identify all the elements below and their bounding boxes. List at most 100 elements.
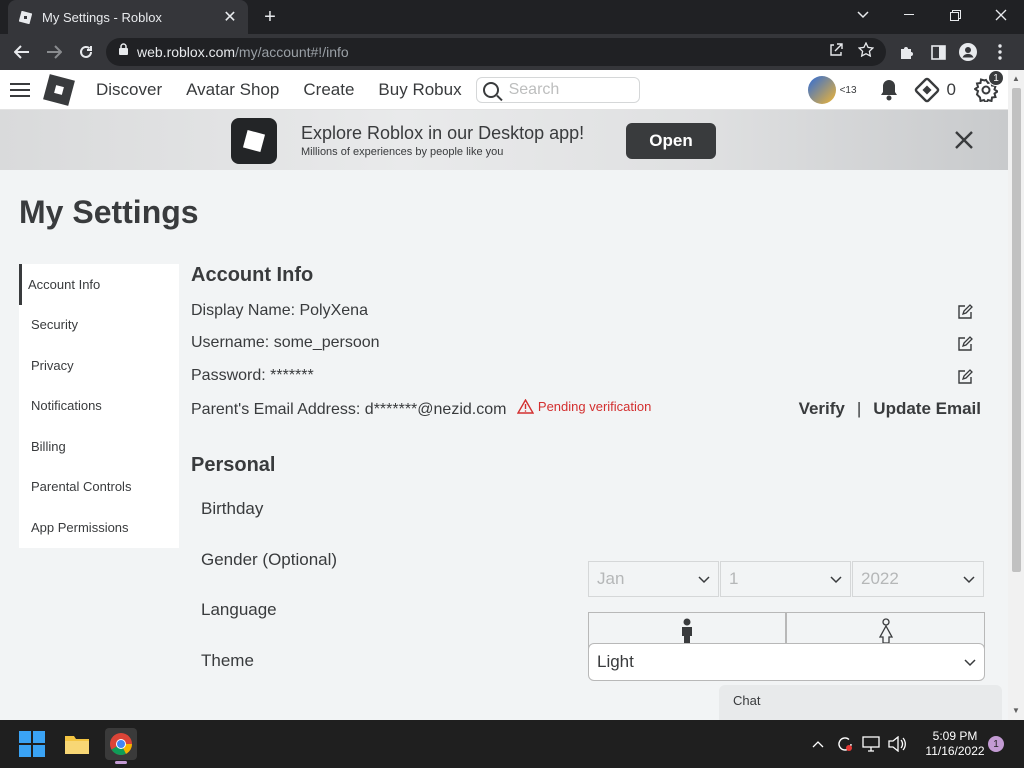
menu-item-app-permissions[interactable]: App Permissions [19,507,179,548]
close-window-icon[interactable] [978,0,1024,30]
birth-year-value: 2022 [861,569,899,588]
account-info-heading: Account Info [191,264,314,286]
menu-item-notifications[interactable]: Notifications [19,386,179,427]
nav-link-create[interactable]: Create [303,80,354,100]
search-input[interactable]: Search [475,76,640,103]
desktop-app-banner: Explore Roblox in our Desktop app! Milli… [0,110,1008,170]
forward-arrow-icon[interactable] [38,36,70,68]
birth-month-select[interactable]: Jan [588,561,719,597]
minimize-icon[interactable] [886,0,932,30]
page-viewport: Discover Avatar Shop Create Buy Robux Se… [0,70,1008,720]
roblox-logo-icon[interactable] [43,73,75,106]
roblox-navbar: Discover Avatar Shop Create Buy Robux Se… [0,70,1008,110]
birthday-label: Birthday [201,499,264,518]
back-arrow-icon[interactable] [6,36,38,68]
clock-time: 5:09 PM [932,729,978,743]
parent-email-text: Parent's Email Address: d*******@nezid.c… [191,401,507,418]
birth-day-value: 1 [729,569,739,588]
verify-link[interactable]: Verify [799,399,845,418]
menu-item-security[interactable]: Security [19,305,179,346]
sync-icon[interactable] [836,720,854,768]
open-app-button[interactable]: Open [626,123,716,159]
reload-icon[interactable] [70,36,102,68]
edit-username-icon[interactable] [957,336,973,352]
gender-label: Gender (Optional) [201,550,338,569]
side-panel-icon[interactable] [922,36,954,68]
page-scrollbar[interactable]: ▲ ▼ [1008,70,1024,720]
robux-icon[interactable] [912,76,941,104]
notification-badge[interactable]: 1 [988,736,1004,752]
display-name-text: Display Name: PolyXena [191,302,368,319]
windows-taskbar: 5:09 PM 11/16/2022 [0,720,1024,768]
browser-titlebar: My Settings - Roblox ✕ + [0,0,1024,34]
taskbar-clock[interactable]: 5:09 PM 11/16/2022 [920,729,990,759]
menu-item-privacy[interactable]: Privacy [19,345,179,386]
notifications-bell-icon[interactable] [877,78,901,102]
address-bar[interactable]: web.roblox.com/my/account#!/info [106,38,886,66]
show-hidden-icons-chevron-icon[interactable] [812,720,824,768]
roblox-app-icon [231,118,277,164]
scrollbar-thumb[interactable] [1012,88,1021,572]
birth-day-select[interactable]: 1 [720,561,851,597]
volume-icon[interactable] [888,720,906,768]
theme-select[interactable]: Light [588,643,985,681]
chrome-icon[interactable] [105,728,137,764]
network-icon[interactable] [862,720,880,768]
file-explorer-icon[interactable] [61,728,93,760]
url-text: web.roblox.com/my/account#!/info [137,44,349,60]
clock-date: 11/16/2022 [925,744,985,758]
chevron-down-icon [964,659,976,667]
pending-verification: Pending verification [516,399,651,414]
update-email-link[interactable]: Update Email [873,399,981,418]
scroll-up-arrow-icon[interactable]: ▲ [1012,74,1020,83]
username-row: Username: some_persoon [191,334,981,352]
roblox-favicon-icon [18,10,32,24]
tab-title: My Settings - Roblox [42,9,162,25]
scroll-down-arrow-icon[interactable]: ▼ [1012,706,1020,715]
extensions-puzzle-icon[interactable] [890,36,922,68]
language-label: Language [201,600,277,619]
warning-icon [516,399,534,414]
nav-link-buy-robux[interactable]: Buy Robux [378,80,461,100]
robux-count[interactable]: 0 [947,80,956,100]
restore-icon[interactable] [932,0,978,30]
lock-icon[interactable] [118,43,129,61]
settings-gear-icon[interactable]: 1 [974,70,1004,102]
profile-icon[interactable] [952,36,984,68]
nav-link-discover[interactable]: Discover [96,80,162,100]
avatar[interactable] [807,76,836,104]
edit-password-icon[interactable] [957,369,973,385]
hamburger-menu-icon[interactable] [10,82,30,97]
close-banner-icon[interactable] [954,130,976,152]
password-text: Password: ******* [191,367,314,384]
display-name-row: Display Name: PolyXena [191,302,981,320]
tab-search-chevron-icon[interactable] [840,0,886,30]
chat-widget[interactable]: Chat [719,685,1002,720]
windows-start-icon[interactable] [16,728,48,760]
new-tab-button[interactable]: + [258,6,282,28]
close-tab-icon[interactable]: ✕ [222,9,238,26]
search-placeholder: Search [508,80,560,98]
browser-tab[interactable]: My Settings - Roblox ✕ [8,0,248,34]
nav-link-avatar-shop[interactable]: Avatar Shop [186,80,279,100]
email-actions: Verify | Update Email [799,399,981,419]
menu-item-account-info[interactable]: Account Info [19,264,179,305]
male-icon [682,618,692,644]
menu-item-parental-controls[interactable]: Parental Controls [19,467,179,508]
edit-display-name-icon[interactable] [957,304,973,320]
banner-title: Explore Roblox in our Desktop app! [301,123,585,143]
female-icon [878,617,893,644]
chat-label: Chat [733,693,761,708]
link-separator: | [856,399,862,418]
birth-year-select[interactable]: 2022 [852,561,984,597]
bookmark-star-icon[interactable] [857,41,875,62]
page-title: My Settings [19,194,199,230]
password-row: Password: ******* [191,367,981,385]
age-label: <13 [839,84,857,96]
share-icon[interactable] [829,42,844,62]
birth-month-value: Jan [597,569,625,588]
url-host: web.roblox.com [137,44,236,60]
kebab-menu-icon[interactable] [984,36,1016,68]
theme-label: Theme [201,651,254,670]
menu-item-billing[interactable]: Billing [19,426,179,467]
